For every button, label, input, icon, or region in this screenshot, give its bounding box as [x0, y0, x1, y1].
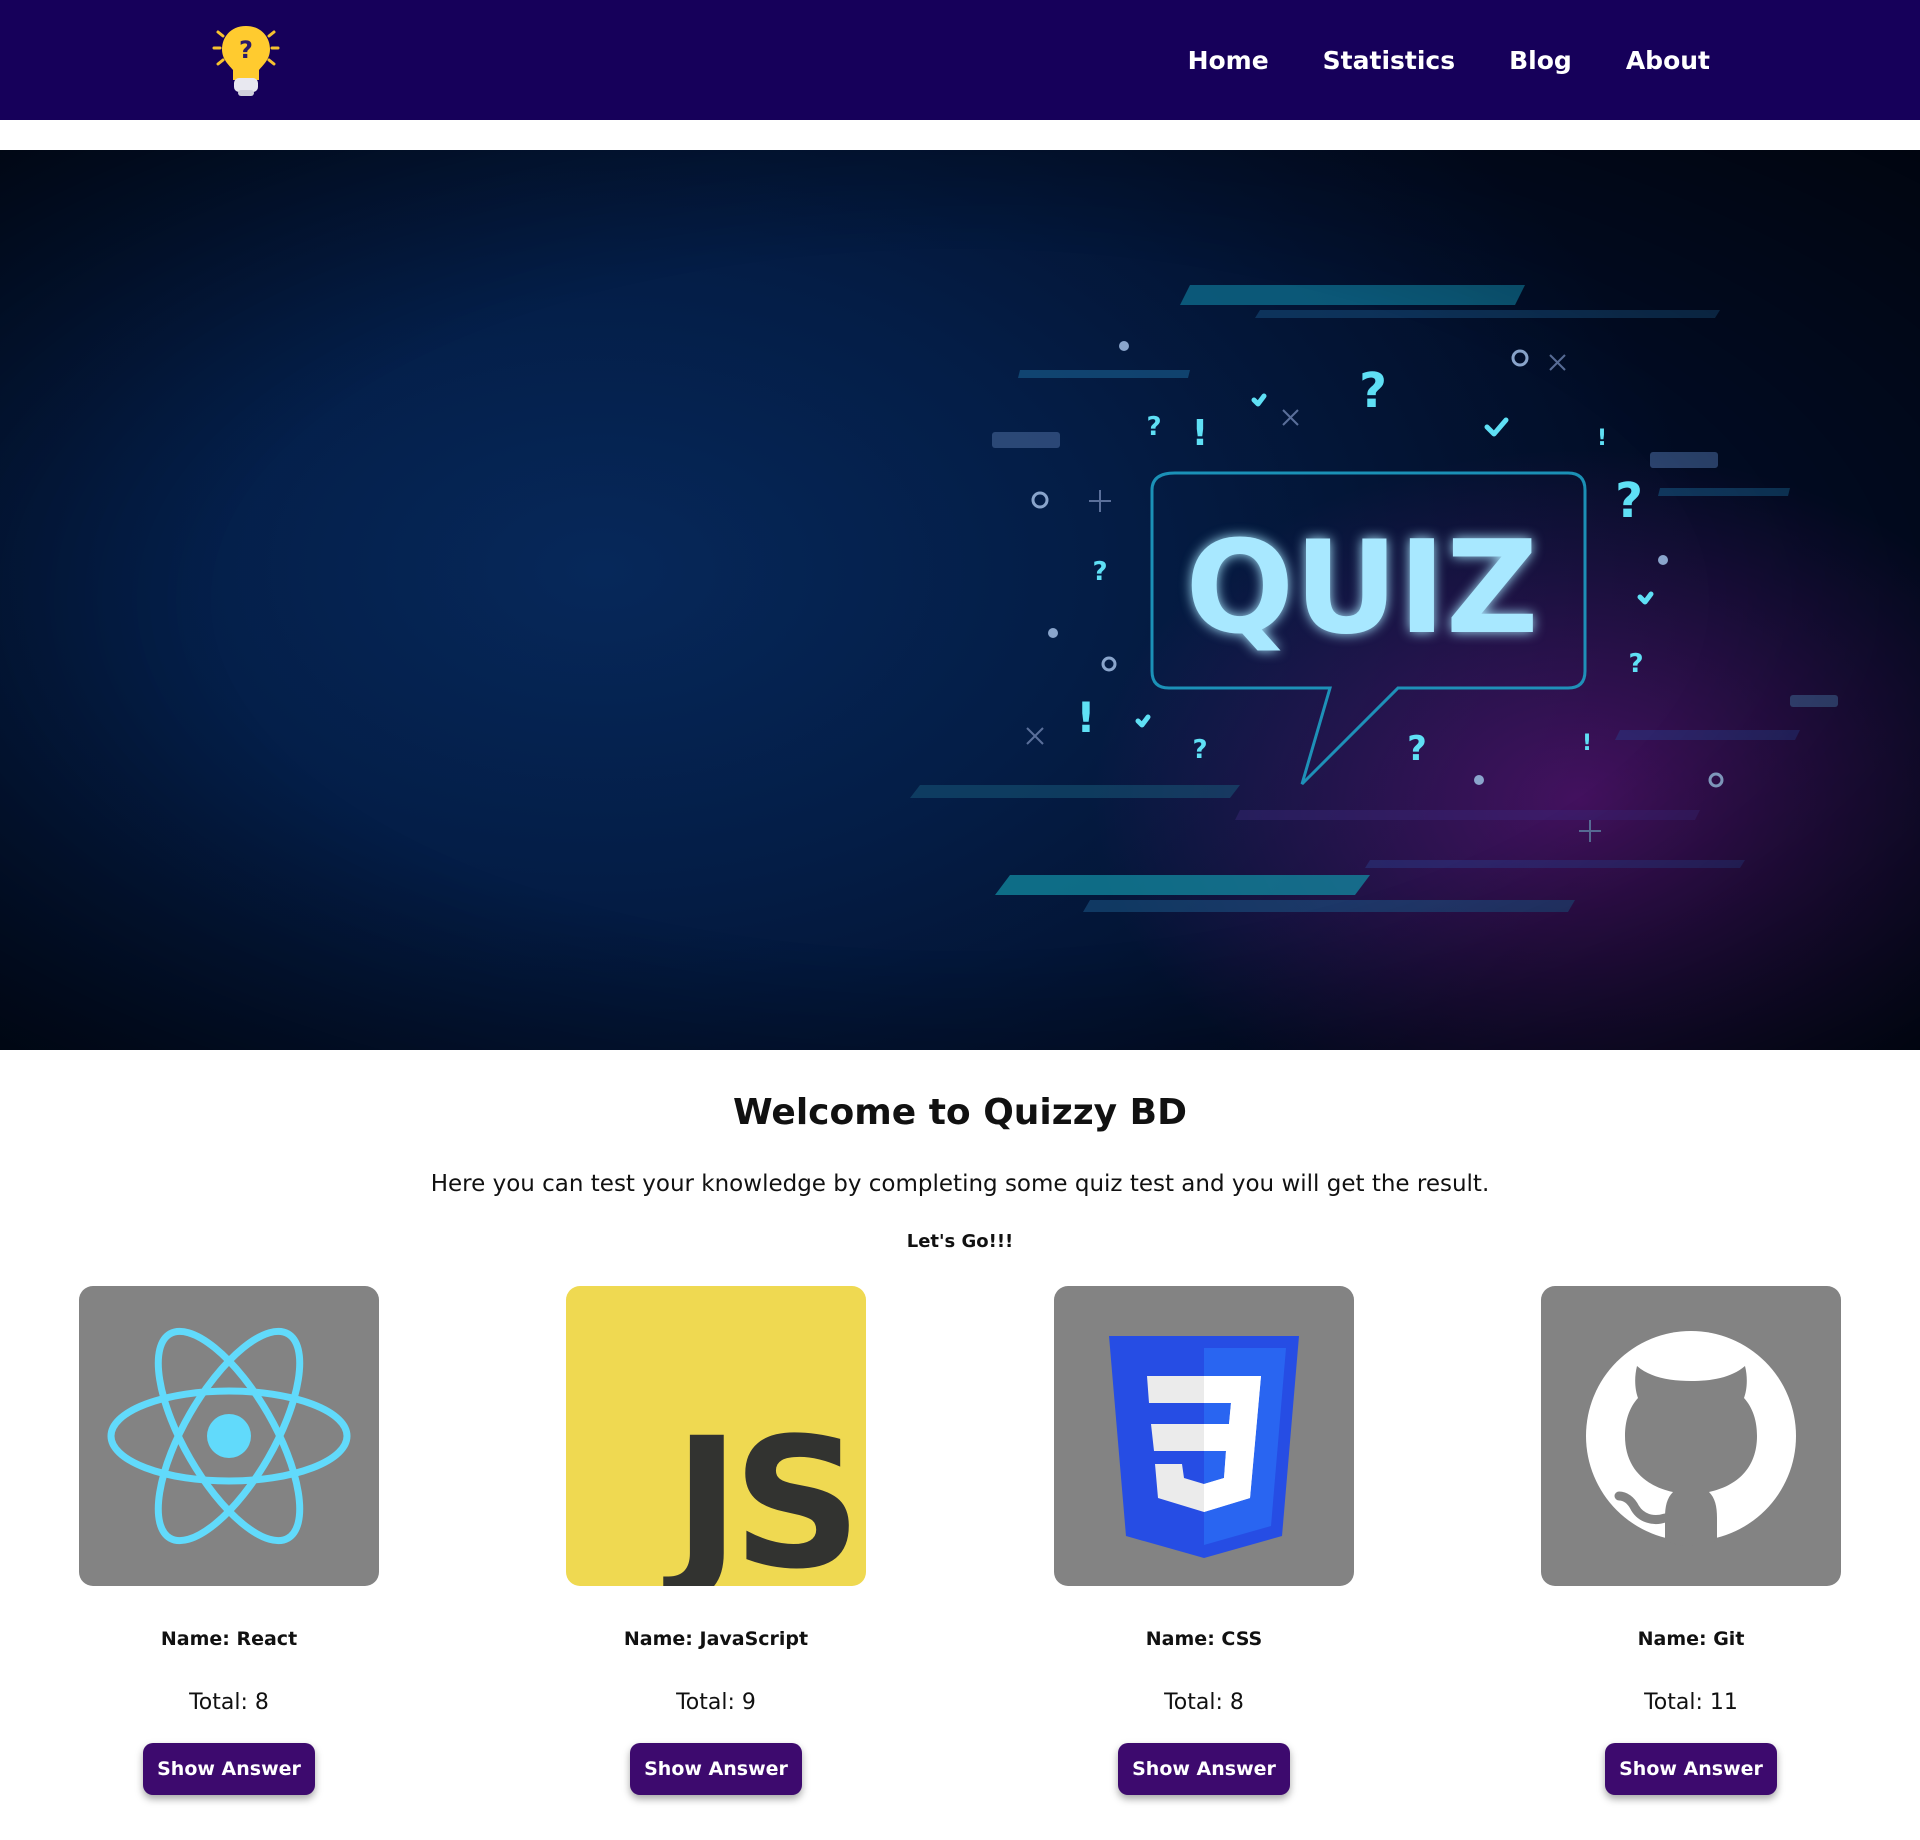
nav-home-link[interactable]: Home: [1188, 46, 1269, 75]
quiz-card-css: Name: CSS Total: 8 Show Answer: [1054, 1286, 1354, 1795]
nav-blog-link[interactable]: Blog: [1509, 46, 1572, 75]
welcome-title: Welcome to Quizzy BD: [733, 1092, 1187, 1133]
javascript-logo-icon: JS: [566, 1286, 866, 1586]
quiz-name: Name: CSS: [1145, 1628, 1263, 1650]
quiz-total: Total: 8: [1164, 1690, 1244, 1715]
quiz-total: Total: 11: [1644, 1690, 1738, 1715]
svg-text:!: !: [1192, 413, 1208, 454]
quiz-name: Name: Git: [1637, 1628, 1745, 1650]
svg-text:JS: JS: [662, 1400, 854, 1586]
show-answer-button[interactable]: Show Answer: [1118, 1743, 1290, 1795]
svg-text:?: ?: [1146, 412, 1161, 442]
quiz-total: Total: 8: [189, 1690, 269, 1715]
svg-text:?: ?: [239, 36, 253, 64]
show-answer-button[interactable]: Show Answer: [1605, 1743, 1777, 1795]
quiz-name: Name: JavaScript: [623, 1628, 809, 1650]
hero-quiz-text: QUIZ: [1185, 514, 1538, 663]
quiz-card-javascript: JS Name: JavaScript Total: 9 Show Answer: [566, 1286, 866, 1795]
nav-about-link[interactable]: About: [1626, 46, 1710, 75]
nav-links: Home Statistics Blog About: [1188, 0, 1710, 120]
quiz-card-git: Name: Git Total: 11 Show Answer: [1541, 1286, 1841, 1795]
welcome-section: Welcome to Quizzy BD Here you can test y…: [0, 1092, 1920, 1252]
welcome-subtitle: Here you can test your knowledge by comp…: [430, 1171, 1490, 1197]
divider-strip: [0, 120, 1920, 150]
react-logo-icon: [79, 1286, 379, 1586]
quiz-banner-illustration: ? ? ? ? ? ? ? ! ! ! ! QUIZ: [910, 285, 1838, 912]
svg-text:?: ?: [1359, 363, 1387, 419]
svg-text:?: ?: [1615, 473, 1643, 529]
quiz-name: Name: React: [160, 1628, 298, 1650]
show-answer-button[interactable]: Show Answer: [630, 1743, 802, 1795]
svg-text:?: ?: [1092, 557, 1107, 587]
svg-text:!: !: [1076, 693, 1095, 742]
hero-banner: ? ? ? ? ? ? ? ! ! ! ! QUIZ: [0, 150, 1920, 1050]
github-logo-icon: [1541, 1286, 1841, 1586]
svg-text:?: ?: [1192, 735, 1207, 765]
svg-text:!: !: [1582, 731, 1592, 756]
svg-text:!: !: [1597, 426, 1607, 451]
quiz-total: Total: 9: [676, 1690, 756, 1715]
quiz-card-react: Name: React Total: 8 Show Answer: [79, 1286, 379, 1795]
svg-text:?: ?: [1628, 649, 1643, 679]
nav-statistics-link[interactable]: Statistics: [1323, 46, 1455, 75]
quiz-card-grid: Name: React Total: 8 Show Answer JS Name…: [0, 1252, 1920, 1812]
svg-text:?: ?: [1407, 729, 1427, 769]
show-answer-button[interactable]: Show Answer: [143, 1743, 315, 1795]
navbar: ? Home Statistics Blog About: [0, 0, 1920, 120]
lightbulb-logo-icon[interactable]: ?: [206, 20, 286, 100]
css3-logo-icon: [1054, 1286, 1354, 1586]
welcome-cta: Let's Go!!!: [906, 1231, 1014, 1252]
